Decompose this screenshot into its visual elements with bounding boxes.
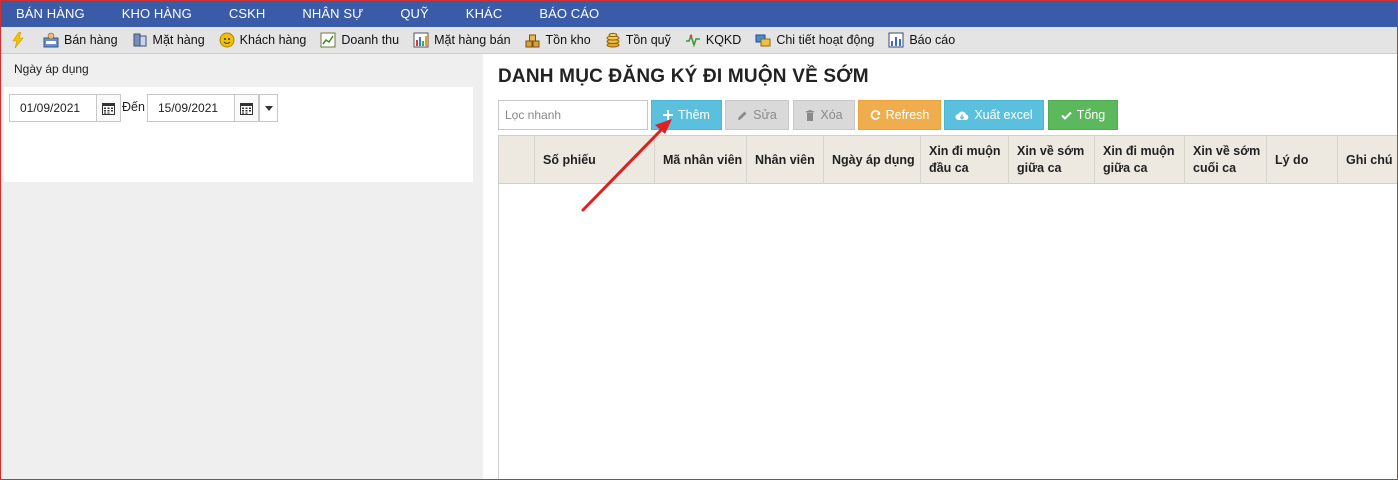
toolbar-label: Tồn kho <box>545 33 591 47</box>
top-menu: BÁN HÀNG KHO HÀNG CSKH NHÂN SỰ QUỸ KHÁC … <box>0 0 1398 27</box>
edit-button[interactable]: Sửa <box>725 100 789 130</box>
toolbar-label: Bán hàng <box>64 33 118 47</box>
to-label: Đến <box>122 100 145 114</box>
caret-down-icon <box>264 105 273 111</box>
total-button-label: Tổng <box>1076 108 1106 122</box>
menu-ban-hang[interactable]: BÁN HÀNG <box>16 6 85 21</box>
column-header-nhan-vien[interactable]: Nhân viên <box>747 136 824 184</box>
to-date-value: 15/09/2021 <box>158 101 219 115</box>
add-button-label: Thêm <box>678 108 710 122</box>
export-excel-button[interactable]: Xuất excel <box>944 100 1044 130</box>
bar-chart-icon <box>413 32 429 48</box>
toolbar-label: Tồn quỹ <box>625 33 671 47</box>
check-icon <box>1061 111 1072 120</box>
filter-panel: Ngày áp dụng 01/09/2021 Đến 15/09/2021 <box>0 54 483 480</box>
column-header-ngay-ap-dung[interactable]: Ngày áp dụng <box>824 136 921 184</box>
data-grid: Số phiếu Mã nhân viên Nhân viên Ngày áp … <box>498 135 1398 480</box>
column-header-xin-ve-som-cuoi-ca[interactable]: Xin về sớm cuối ca <box>1185 136 1267 184</box>
page-title: DANH MỤC ĐĂNG KÝ ĐI MUỘN VỀ SỚM <box>498 66 869 87</box>
from-date-field[interactable]: 01/09/2021 <box>9 94 121 122</box>
menu-kho-hang[interactable]: KHO HÀNG <box>122 6 192 21</box>
toolbar-ban-hang[interactable]: Bán hàng <box>43 32 118 48</box>
shortcut-toolbar: Bán hàng Mặt hàng Khách hàng Doanh thu M… <box>0 27 1398 54</box>
cashier-icon <box>43 32 59 48</box>
delete-button[interactable]: Xóa <box>793 100 855 130</box>
column-header-xin-ve-som-giua-ca[interactable]: Xin về sớm giữa ca <box>1009 136 1095 184</box>
refresh-button-label: Refresh <box>885 108 930 122</box>
calendar-icon[interactable] <box>234 95 258 121</box>
toolbar-khach-hang[interactable]: Khách hàng <box>219 32 307 48</box>
cloud-download-icon <box>955 110 969 121</box>
toolbar-chi-tiet-hoat-dong[interactable]: Chi tiết hoạt động <box>755 32 874 48</box>
menu-bao-cao[interactable]: BÁO CÁO <box>539 6 599 21</box>
toolbar-label: Báo cáo <box>909 33 956 47</box>
calendar-icon[interactable] <box>96 95 120 121</box>
column-header-ma-nhan-vien[interactable]: Mã nhân viên <box>655 136 747 184</box>
toolbar-doanh-thu[interactable]: Doanh thu <box>320 32 399 48</box>
date-preset-dropdown[interactable] <box>259 94 278 122</box>
customer-icon <box>219 32 235 48</box>
toolbar-label: Mặt hàng <box>152 33 205 47</box>
apply-date-label: Ngày áp dụng <box>14 62 89 76</box>
toolbar-bao-cao[interactable]: Báo cáo <box>888 32 955 48</box>
toolbar-label: Chi tiết hoạt động <box>776 33 875 47</box>
report-icon <box>888 32 904 48</box>
toolbar-label: Mặt hàng bán <box>434 33 511 47</box>
total-button[interactable]: Tổng <box>1048 100 1118 130</box>
menu-nhan-su[interactable]: NHÂN SỰ <box>302 6 363 21</box>
plus-icon <box>663 110 674 120</box>
toolbar-kqkd[interactable]: KQKD <box>685 32 741 48</box>
column-header-ghi-chu[interactable]: Ghi chú <box>1338 136 1398 184</box>
revenue-icon <box>320 32 336 48</box>
refresh-button[interactable]: Refresh <box>858 100 941 130</box>
column-header-so-phieu[interactable]: Số phiếu <box>535 136 655 184</box>
date-range-bar: 01/09/2021 Đến 15/09/2021 <box>4 87 473 182</box>
main-content: DANH MỤC ĐĂNG KÝ ĐI MUỘN VỀ SỚM Thêm Sửa… <box>483 54 1398 480</box>
export-button-label: Xuất excel <box>974 108 1033 122</box>
stock-icon <box>525 32 541 48</box>
grid-header: Số phiếu Mã nhân viên Nhân viên Ngày áp … <box>499 136 1398 184</box>
product-icon <box>132 32 148 48</box>
toolbar-label: Doanh thu <box>341 33 400 47</box>
activity-icon <box>755 32 771 48</box>
menu-quy[interactable]: QUỸ <box>400 6 428 21</box>
column-header-xin-di-muon-dau-ca[interactable]: Xin đi muộn đầu ca <box>921 136 1009 184</box>
pencil-icon <box>737 110 748 121</box>
column-header-xin-di-muon-giua-ca[interactable]: Xin đi muộn giữa ca <box>1095 136 1185 184</box>
toolbar-mat-hang-ban[interactable]: Mặt hàng bán <box>413 32 511 48</box>
toolbar-ton-quy[interactable]: Tồn quỹ <box>605 32 671 48</box>
pulse-icon <box>685 32 701 48</box>
column-header-select[interactable] <box>499 136 535 184</box>
add-button[interactable]: Thêm <box>651 100 722 130</box>
toolbar-mat-hang[interactable]: Mặt hàng <box>132 32 205 48</box>
column-header-ly-do[interactable]: Lý do <box>1267 136 1338 184</box>
toolbar-label: Khách hàng <box>239 33 307 47</box>
toolbar-label: KQKD <box>705 33 742 47</box>
menu-khac[interactable]: KHÁC <box>466 6 503 21</box>
trash-icon <box>805 109 815 121</box>
quick-filter-input[interactable] <box>498 100 648 130</box>
from-date-value: 01/09/2021 <box>20 101 81 115</box>
toolbar-lightning[interactable] <box>10 32 31 48</box>
delete-button-label: Xóa <box>820 108 843 122</box>
menu-cskh[interactable]: CSKH <box>229 6 266 21</box>
refresh-icon <box>870 109 881 121</box>
to-date-field[interactable]: 15/09/2021 <box>147 94 259 122</box>
lightning-icon <box>10 32 26 48</box>
toolbar-ton-kho[interactable]: Tồn kho <box>525 32 591 48</box>
edit-button-label: Sửa <box>753 108 777 122</box>
coins-icon <box>605 32 621 48</box>
